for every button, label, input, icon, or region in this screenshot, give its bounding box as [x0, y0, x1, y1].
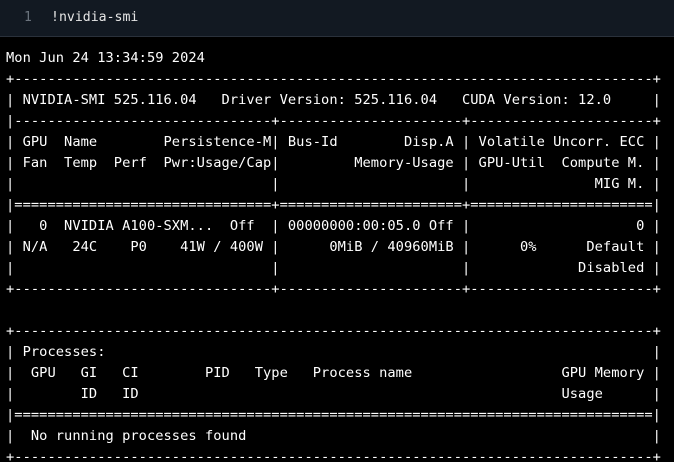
output-line-blank [6, 300, 661, 321]
output-line-header-2: | Fan Temp Perf Pwr:Usage/Cap| Memory-Us… [6, 155, 661, 171]
output-line-border: +---------------------------------------… [6, 449, 661, 462]
output-line-border: +---------------------------------------… [6, 323, 661, 339]
output-line-gpu-row-2: | N/A 24C P0 41W / 400W | 0MiB / 40960Mi… [6, 239, 661, 255]
output-line-gpu-row-1: | 0 NVIDIA A100-SXM... Off | 00000000:00… [6, 218, 661, 234]
output-line-header-3: | | | MIG M. | [6, 176, 661, 192]
output-lines: Mon Jun 24 13:34:59 2024 +--------------… [6, 48, 661, 462]
cell-output: Mon Jun 24 13:34:59 2024 +--------------… [0, 37, 674, 462]
line-number: 1 [24, 10, 32, 25]
output-line-processes-title: | Processes: | [6, 344, 661, 360]
output-line-border: +---------------------------------------… [6, 71, 661, 87]
output-line-double-separator: |=======================================… [6, 407, 661, 423]
output-line-versions: | NVIDIA-SMI 525.116.04 Driver Version: … [6, 92, 661, 108]
output-line-separator: |-------------------------------+-------… [6, 113, 661, 129]
code-line[interactable]: !nvidia-smi [51, 10, 138, 26]
output-line-processes-header-1: | GPU GI CI PID Type Process name GPU Me… [6, 365, 661, 381]
output-line-no-processes: | No running processes found | [6, 428, 661, 444]
output-line-processes-header-2: | ID ID Usage | [6, 386, 661, 402]
code-cell-input[interactable]: 1 !nvidia-smi [0, 0, 674, 37]
output-line-timestamp: Mon Jun 24 13:34:59 2024 [6, 50, 205, 66]
output-line-border: +-------------------------------+-------… [6, 281, 661, 297]
output-line-gpu-row-3: | | | Disabled | [6, 260, 661, 276]
output-line-header-1: | GPU Name Persistence-M| Bus-Id Disp.A … [6, 134, 661, 150]
notebook-page: 1 !nvidia-smi Mon Jun 24 13:34:59 2024 +… [0, 0, 674, 462]
output-line-double-separator: |===============================+=======… [6, 197, 661, 213]
